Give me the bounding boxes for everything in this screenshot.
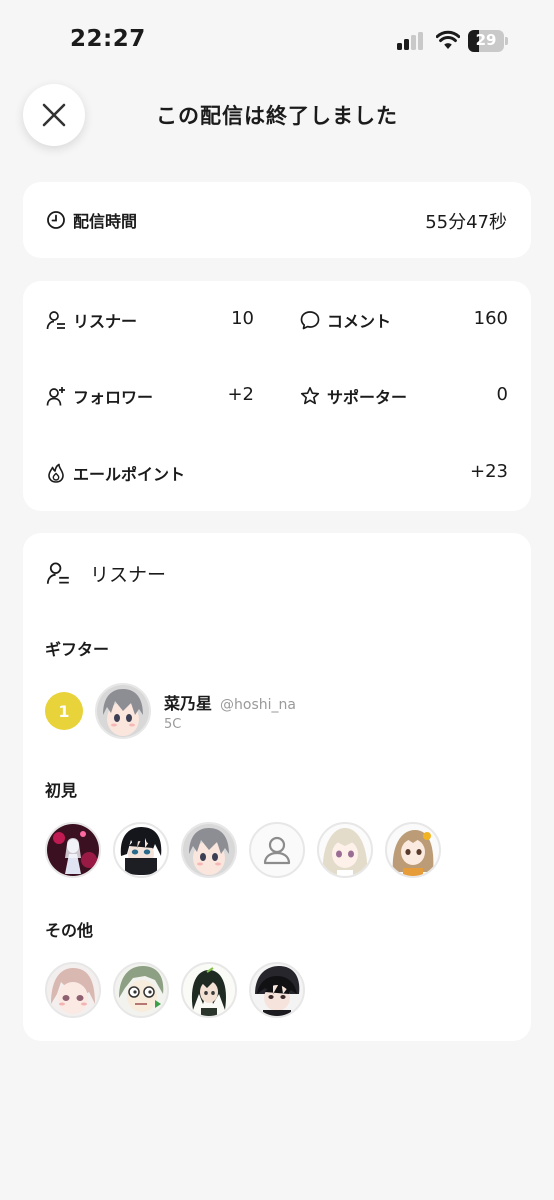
gifter-handle: @hoshi_na (220, 697, 296, 713)
supporters-value: 0 (496, 384, 508, 405)
avatar[interactable] (113, 962, 169, 1018)
avatar[interactable] (45, 962, 101, 1018)
status-time: 22:27 (70, 26, 146, 52)
listener-card: リスナー ギフター 1 菜乃星 @hoshi_na 5C 初見 その他 (23, 533, 531, 1041)
avatar[interactable] (95, 683, 151, 739)
person-lines-icon (46, 562, 69, 584)
listeners-value: 10 (231, 308, 254, 329)
status-bar: 22:27 29 (0, 0, 554, 70)
duration-label: 配信時間 (73, 212, 138, 231)
ale-points-value: +23 (470, 461, 508, 482)
gifter-amount: 5C (164, 717, 182, 732)
comments-label: コメント (327, 312, 392, 331)
avatar[interactable] (249, 962, 305, 1018)
avatar[interactable] (45, 822, 101, 878)
person-lines-icon (46, 311, 65, 330)
first-time-heading: 初見 (45, 781, 78, 800)
avatar[interactable] (181, 962, 237, 1018)
signal-icon (397, 32, 425, 50)
person-icon (263, 836, 291, 865)
duration-value: 55分47秒 (425, 212, 507, 233)
listener-section-title: リスナー (90, 563, 167, 586)
flame-icon (48, 463, 64, 483)
ale-points-label: エールポイント (73, 465, 186, 484)
person-plus-icon (46, 387, 65, 406)
avatar[interactable] (385, 822, 441, 878)
gifter-heading: ギフター (45, 640, 110, 659)
wifi-icon (436, 30, 460, 49)
clock-icon (47, 211, 65, 229)
listeners-label: リスナー (73, 312, 138, 331)
gifter-name: 菜乃星 (164, 694, 213, 713)
followers-value: +2 (227, 384, 254, 405)
supporters-label: サポーター (327, 388, 408, 407)
rank-badge: 1 (45, 692, 83, 730)
avatar-placeholder[interactable] (249, 822, 305, 878)
page-title: この配信は終了しました (156, 104, 398, 128)
followers-label: フォロワー (73, 388, 154, 407)
avatar[interactable] (317, 822, 373, 878)
avatar[interactable] (181, 822, 237, 878)
battery-indicator: 29 (468, 30, 508, 52)
star-icon (300, 387, 320, 405)
stats-card: リスナー 10 コメント 160 フォロワー +2 サポーター 0 エールポイン… (23, 281, 531, 511)
speech-bubble-icon (300, 311, 320, 330)
battery-level: 29 (475, 31, 497, 49)
others-heading: その他 (45, 921, 94, 940)
duration-card: 配信時間 55分47秒 (23, 182, 531, 258)
comments-value: 160 (473, 308, 508, 329)
avatar[interactable] (113, 822, 169, 878)
